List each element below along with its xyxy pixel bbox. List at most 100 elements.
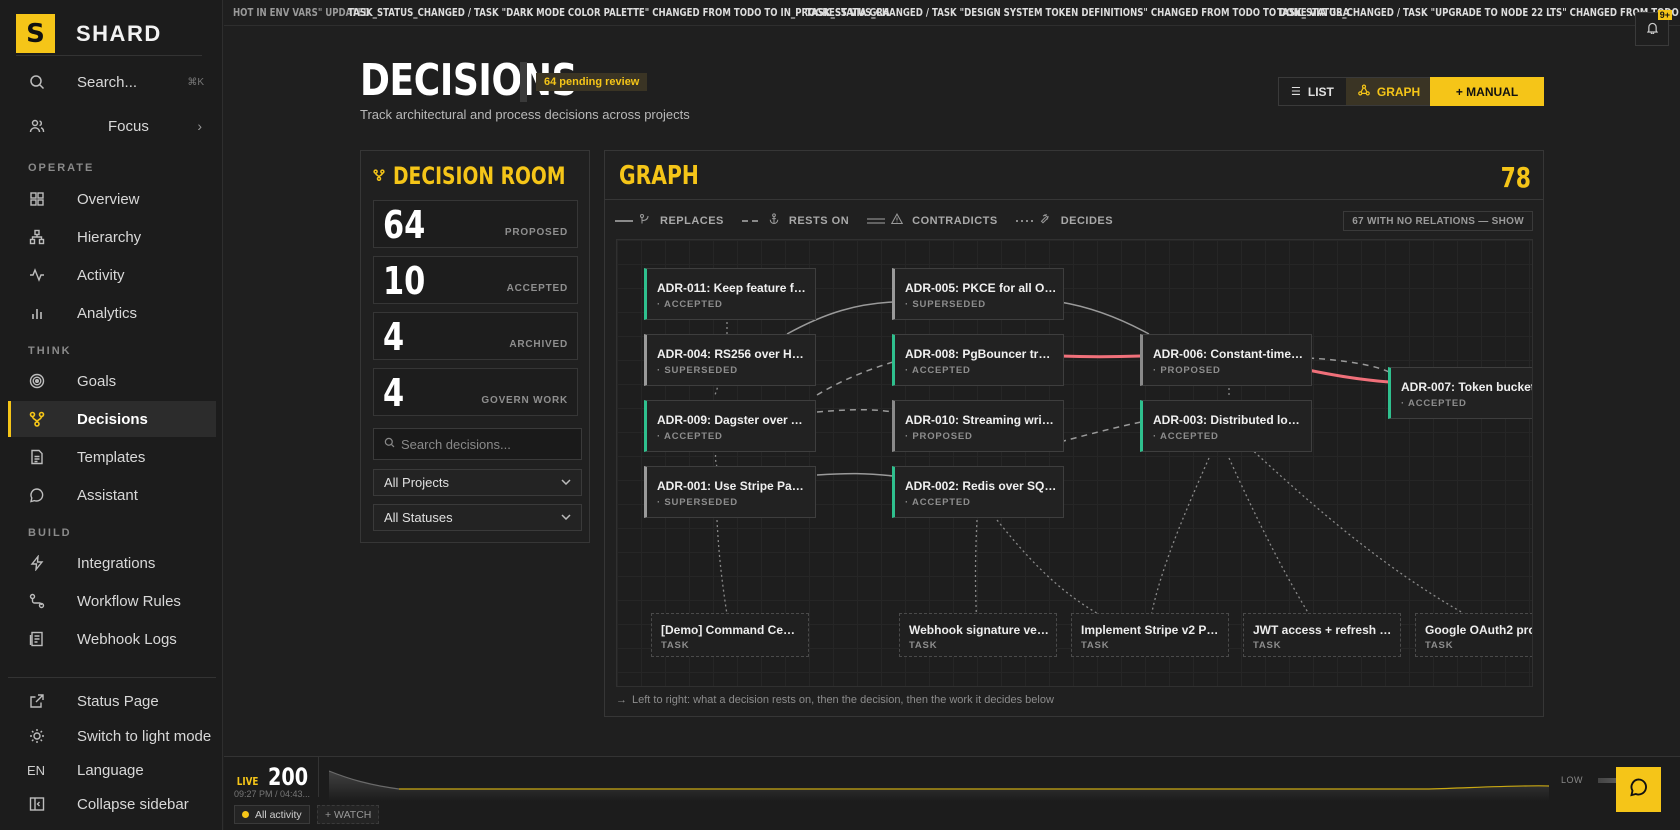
stat-label: ACCEPTED: [506, 283, 568, 294]
stat-card-govern-work[interactable]: 4 GOVERN WORK: [373, 368, 578, 416]
decision-status: · ACCEPTED: [1401, 398, 1467, 409]
live-counter: LIVE 200 09:27 PM / 04:43...: [234, 763, 318, 799]
pending-badge[interactable]: 64 pending review: [536, 73, 648, 91]
edge-decides: [1144, 457, 1210, 633]
graph-icon: [1358, 84, 1370, 99]
stat-card-accepted[interactable]: 10 ACCEPTED: [373, 256, 578, 304]
stat-card-archived[interactable]: 4 ARCHIVED: [373, 312, 578, 360]
chevron-right-icon: ›: [197, 118, 202, 134]
sidebar: S SHARD Search... ⌘K Focus › OPERATE Ove…: [0, 0, 223, 830]
decision-search-input[interactable]: [401, 436, 571, 452]
graph-count: 78: [1500, 161, 1531, 194]
project-filter-select[interactable]: All Projects: [373, 469, 582, 496]
divider: [318, 757, 319, 797]
task-title: [Demo] Command Center: [661, 623, 801, 637]
task-node[interactable]: Webhook signature verification TASK: [899, 613, 1057, 657]
legend-label: DECIDES: [1060, 214, 1114, 227]
status-filter-value: All Statuses: [384, 510, 453, 525]
edge-decides: [971, 519, 982, 633]
task-kind: TASK: [1081, 640, 1110, 651]
hierarchy-icon: [28, 228, 46, 246]
section-label-build: BUILD: [28, 527, 72, 539]
decision-node[interactable]: ADR-008: PgBouncer transaction pooling ·…: [892, 334, 1064, 386]
sidebar-item-hierarchy[interactable]: Hierarchy: [8, 219, 216, 255]
status-filter-select[interactable]: All Statuses: [373, 504, 582, 531]
decision-node[interactable]: ADR-005: PKCE for all OAuth flows · SUPE…: [892, 268, 1064, 320]
sidebar-item-label: Hierarchy: [77, 228, 142, 246]
theme-toggle[interactable]: Switch to light mode: [8, 718, 216, 754]
decision-node[interactable]: ADR-007: Token bucket rate limiting · AC…: [1388, 367, 1532, 419]
graph-view-label: GRAPH: [1376, 84, 1421, 99]
decision-node[interactable]: ADR-011: Keep feature flags in env vars …: [644, 268, 816, 320]
sidebar-item-integrations[interactable]: Integrations: [8, 545, 216, 581]
search-button[interactable]: Search... ⌘K: [8, 64, 216, 100]
sidebar-item-decisions[interactable]: Decisions: [8, 401, 216, 437]
list-view-label: LIST: [1307, 84, 1334, 99]
language-selector[interactable]: EN Language: [8, 752, 216, 788]
notification-count: 9+: [1657, 10, 1672, 20]
sidebar-item-label: Activity: [77, 266, 125, 284]
decision-node[interactable]: ADR-010: Streaming writes to warehouse ·…: [892, 400, 1064, 452]
add-manual-decision-button[interactable]: + MANUAL: [1430, 77, 1544, 106]
graph-canvas[interactable]: ADR-011: Keep feature flags in env vars …: [616, 239, 1533, 687]
sidebar-item-analytics[interactable]: Analytics: [8, 295, 216, 331]
graph-panel: GRAPH 78 REPLACES RESTS ON CONTRADICTS D…: [604, 150, 1544, 717]
task-node[interactable]: Google OAuth2 provider TASK: [1415, 613, 1532, 657]
watch-chip[interactable]: + WATCH: [317, 805, 380, 824]
task-node[interactable]: Implement Stripe v2 Payments TASK: [1071, 613, 1229, 657]
decision-status: · SUPERSEDED: [657, 365, 738, 376]
sidebar-item-label: Goals: [77, 372, 117, 390]
sidebar-item-activity[interactable]: Activity: [8, 257, 216, 293]
users-icon: [28, 117, 46, 135]
theme-toggle-label: Switch to light mode: [77, 727, 212, 745]
sidebar-item-workflow-rules[interactable]: Workflow Rules: [8, 583, 216, 619]
decision-node[interactable]: ADR-009: Dagster over Airflow · ACCEPTED: [644, 400, 816, 452]
status-page-label: Status Page: [77, 692, 159, 710]
decision-node[interactable]: ADR-003: Distributed locks · ACCEPTED: [1140, 400, 1312, 452]
chip-label: All activity: [255, 808, 302, 821]
show-unrelated-button[interactable]: 67 WITH NO RELATIONS — SHOW: [1343, 211, 1533, 231]
divider: [16, 55, 202, 56]
sidebar-item-webhook-logs[interactable]: Webhook Logs: [8, 621, 216, 657]
language-label: Language: [77, 761, 144, 779]
branch-icon: [373, 168, 385, 184]
decision-node[interactable]: ADR-006: Constant-time compare · PROPOSE…: [1140, 334, 1312, 386]
project-filter-value: All Projects: [384, 475, 450, 490]
task-title: Google OAuth2 provider: [1425, 623, 1532, 637]
decision-title: ADR-004: RS256 over HS256 for JWT: [657, 347, 809, 361]
sidebar-item-assistant[interactable]: Assistant: [8, 477, 216, 513]
stat-card-proposed[interactable]: 64 PROPOSED: [373, 200, 578, 248]
graph-view-button[interactable]: GRAPH: [1345, 78, 1433, 105]
notifications-button[interactable]: 9+: [1635, 10, 1672, 46]
list-icon: ☰: [1291, 86, 1301, 98]
stat-label: ARCHIVED: [509, 339, 568, 350]
task-node[interactable]: JWT access + refresh tokens TASK: [1243, 613, 1401, 657]
decision-status: · ACCEPTED: [657, 299, 723, 310]
sun-icon: [28, 727, 46, 745]
task-node[interactable]: [Demo] Command Center TASK: [651, 613, 809, 657]
all-activity-chip[interactable]: All activity: [234, 805, 310, 824]
brand[interactable]: S SHARD: [16, 14, 162, 53]
sidebar-item-templates[interactable]: Templates: [8, 439, 216, 475]
focus-selector[interactable]: Focus ›: [8, 108, 216, 144]
activity-sparkline[interactable]: [329, 765, 1549, 801]
sidebar-item-goals[interactable]: Goals: [8, 363, 216, 399]
divider: [8, 677, 216, 678]
search-shortcut: ⌘K: [187, 76, 204, 88]
decision-room-header: DECISION ROOM: [373, 162, 614, 190]
sidebar-item-overview[interactable]: Overview: [8, 181, 216, 217]
activity-ticker: HOT IN ENV VARS" UPDATED TASK_STATUS_CHA…: [224, 0, 1680, 26]
brand-logo: S: [16, 14, 55, 53]
list-view-button[interactable]: ☰ LIST: [1279, 78, 1346, 105]
decision-node[interactable]: ADR-001: Use Stripe Payments · SUPERSEDE…: [644, 466, 816, 518]
open-chat-button[interactable]: [1616, 767, 1661, 812]
task-title: Implement Stripe v2 Payments: [1081, 623, 1221, 637]
collapse-sidebar-button[interactable]: Collapse sidebar: [8, 786, 216, 822]
decision-node[interactable]: ADR-002: Redis over SQS for queues · ACC…: [892, 466, 1064, 518]
decision-search[interactable]: [373, 428, 582, 460]
status-page-link[interactable]: Status Page: [8, 683, 216, 719]
decision-status: · ACCEPTED: [1153, 431, 1219, 442]
ticker-item: TASK_STATUS_CHANGED / TASK "UPGRADE TO N…: [1277, 6, 1680, 19]
task-kind: TASK: [909, 640, 938, 651]
decision-node[interactable]: ADR-004: RS256 over HS256 for JWT · SUPE…: [644, 334, 816, 386]
